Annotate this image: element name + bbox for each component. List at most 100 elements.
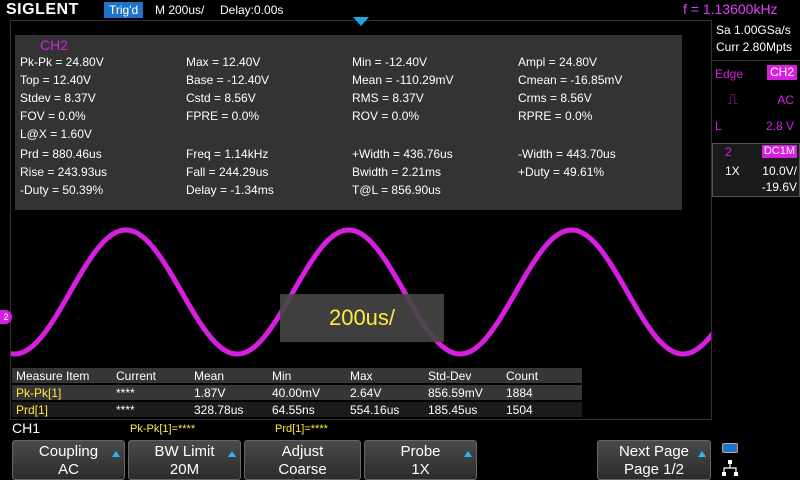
stats-cell: Prd[1] [16, 403, 49, 417]
measurement-value: FPRE = 0.0% [186, 109, 260, 123]
softkey-value: Coarse [278, 461, 327, 478]
measurement-value: Freq = 1.14kHz [186, 147, 269, 161]
measurement-value: Delay = -1.34ms [186, 183, 274, 197]
measurement-value: Rise = 243.93us [20, 165, 108, 179]
sample-rate: Sa 1.00GSa/s [716, 23, 791, 37]
measurement-value: Fall = 244.29us [186, 165, 269, 179]
summary-pkpk: Pk-Pk[1]=**** [130, 423, 196, 435]
arrow-up-icon [464, 451, 472, 457]
delay-readout: Delay:0.00s [220, 3, 284, 17]
probe-softkey[interactable]: Probe 1X [364, 440, 477, 480]
channel-probe: 1X [725, 164, 740, 178]
arrow-up-icon [112, 451, 120, 457]
measurement-value: Cmean = -16.85mV [518, 73, 623, 87]
trigger-settings[interactable]: Edge CH2 ⎍ AC L 2.8 V [712, 60, 800, 152]
measurement-value: ROV = 0.0% [352, 109, 420, 123]
measurement-value: Max = 12.40V [186, 55, 261, 69]
channel-coupling: DC1M [761, 145, 797, 158]
stats-header: Min [272, 369, 292, 383]
measurement-value: Base = -12.40V [186, 73, 270, 87]
measurement-value: Top = 12.40V [20, 73, 92, 87]
measurement-value: Bwidth = 2.21ms [352, 165, 442, 179]
summary-prd: Prd[1]=**** [275, 423, 328, 435]
stats-header: Current [116, 369, 157, 383]
coupling-softkey[interactable]: Coupling AC [12, 440, 125, 480]
trigger-coupling: AC [777, 93, 794, 107]
stats-cell: 554.16us [350, 403, 400, 417]
stats-header: Std-Dev [428, 369, 472, 383]
all-measurements-panel: CH2 Pk-Pk = 24.80V Max = 12.40V Min = -12.… [15, 35, 682, 210]
timebase-overlay-text: 200us/ [328, 305, 396, 330]
arrow-up-icon [698, 451, 706, 457]
softkey-value: Page 1/2 [623, 461, 685, 478]
measurement-value: -Width = 443.70us [518, 147, 616, 161]
stats-cell: 2.64V [350, 386, 382, 400]
stats-cell: 40.00mV [272, 386, 321, 400]
stats-header: Count [506, 369, 539, 383]
measurement-value: Stdev = 8.37V [20, 91, 96, 105]
measurement-value: Pk-Pk = 24.80V [20, 55, 104, 69]
stats-cell: 185.45us [428, 403, 478, 417]
timebase-overlay: 200us/ [280, 294, 444, 342]
measurement-value: Min = -12.40V [352, 55, 428, 69]
measurement-value: L@X = 1.60V [20, 127, 92, 141]
measure-channel-label: CH2 [40, 37, 69, 53]
measurement-value: Mean = -110.29mV [352, 73, 454, 87]
statistics-table: Measure Item Current Mean Min Max Std-De… [12, 368, 712, 420]
measurement-value: RMS = 8.37V [352, 91, 424, 105]
measurement-value: Prd = 880.46us [20, 147, 102, 161]
measurement-value: T@L = 856.90us [352, 183, 441, 197]
channel-2-settings[interactable]: 2 DC1M 1X 10.0V/ -19.6V [712, 143, 800, 197]
rising-edge-icon: ⎍ [728, 91, 738, 107]
softkey-value: 20M [169, 461, 200, 478]
stats-header-row: Measure Item Current Mean Min Max Std-De… [12, 368, 582, 383]
memory-depth: Curr 2.80Mpts [716, 40, 793, 54]
stats-header: Measure Item [16, 369, 90, 383]
status-icons [718, 440, 798, 480]
usb-icon [722, 443, 738, 453]
frequency-counter: f = 1.13600kHz [683, 1, 778, 17]
timebase-readout: M 200us/ [155, 3, 205, 17]
table-row: Pk-Pk[1] **** 1.87V 40.00mV 2.64V 856.59… [12, 385, 582, 400]
trigger-source: CH2 [766, 65, 797, 80]
next-page-softkey[interactable]: Next Page Page 1/2 [597, 440, 711, 480]
table-row: Prd[1] **** 328.78us 64.55ns 554.16us 18… [12, 402, 582, 417]
softkey-title: Next Page [618, 443, 690, 460]
softkey-title: BW Limit [154, 443, 215, 460]
network-icon [722, 460, 738, 476]
brand-logo: SIGLENT [6, 1, 79, 18]
adjust-softkey[interactable]: Adjust Coarse [244, 440, 361, 480]
trigger-position-marker-icon[interactable] [353, 17, 369, 26]
measurement-value: +Duty = 49.61% [518, 165, 605, 179]
side-info-panel: Sa 1.00GSa/s Curr 2.80Mpts Edge CH2 ⎍ AC… [712, 20, 800, 440]
top-status-bar: SIGLENT Trig'd M 200us/ Delay:0.00s f = … [0, 0, 800, 20]
measurement-value: -Duty = 50.39% [20, 183, 104, 197]
stats-cell: 64.55ns [272, 403, 315, 417]
channel-offset: -19.6V [761, 180, 797, 194]
menu-channel-label: CH1 [12, 420, 41, 436]
measurement-value: Cstd = 8.56V [186, 91, 256, 105]
trigger-type: Edge [715, 67, 744, 81]
stats-cell: **** [116, 403, 135, 417]
stats-cell: 1884 [506, 386, 533, 400]
arrow-up-icon [228, 451, 236, 457]
trigger-level-value: 2.8 V [765, 119, 794, 133]
channel-number: 2 [725, 145, 732, 159]
measurement-value: +Width = 436.76us [352, 147, 453, 161]
measurement-value: Crms = 8.56V [518, 91, 592, 105]
trigger-status-badge: Trig'd [104, 2, 144, 18]
stats-cell: 1504 [506, 403, 533, 417]
softkey-title: Adjust [281, 443, 324, 460]
measurement-value: RPRE = 0.0% [518, 109, 593, 123]
measurement-value: Ampl = 24.80V [518, 55, 598, 69]
stats-header: Mean [194, 369, 225, 383]
softkey-title: Probe [400, 443, 441, 460]
stats-cell: 856.59mV [428, 386, 483, 400]
stats-cell: **** [116, 386, 135, 400]
trigger-level-label: L [715, 119, 722, 133]
stats-cell: 328.78us [194, 403, 244, 417]
measurement-value: FOV = 0.0% [20, 109, 86, 123]
bw-limit-softkey[interactable]: BW Limit 20M [128, 440, 241, 480]
stats-cell: 1.87V [194, 386, 226, 400]
stats-cell: Pk-Pk[1] [16, 386, 62, 400]
